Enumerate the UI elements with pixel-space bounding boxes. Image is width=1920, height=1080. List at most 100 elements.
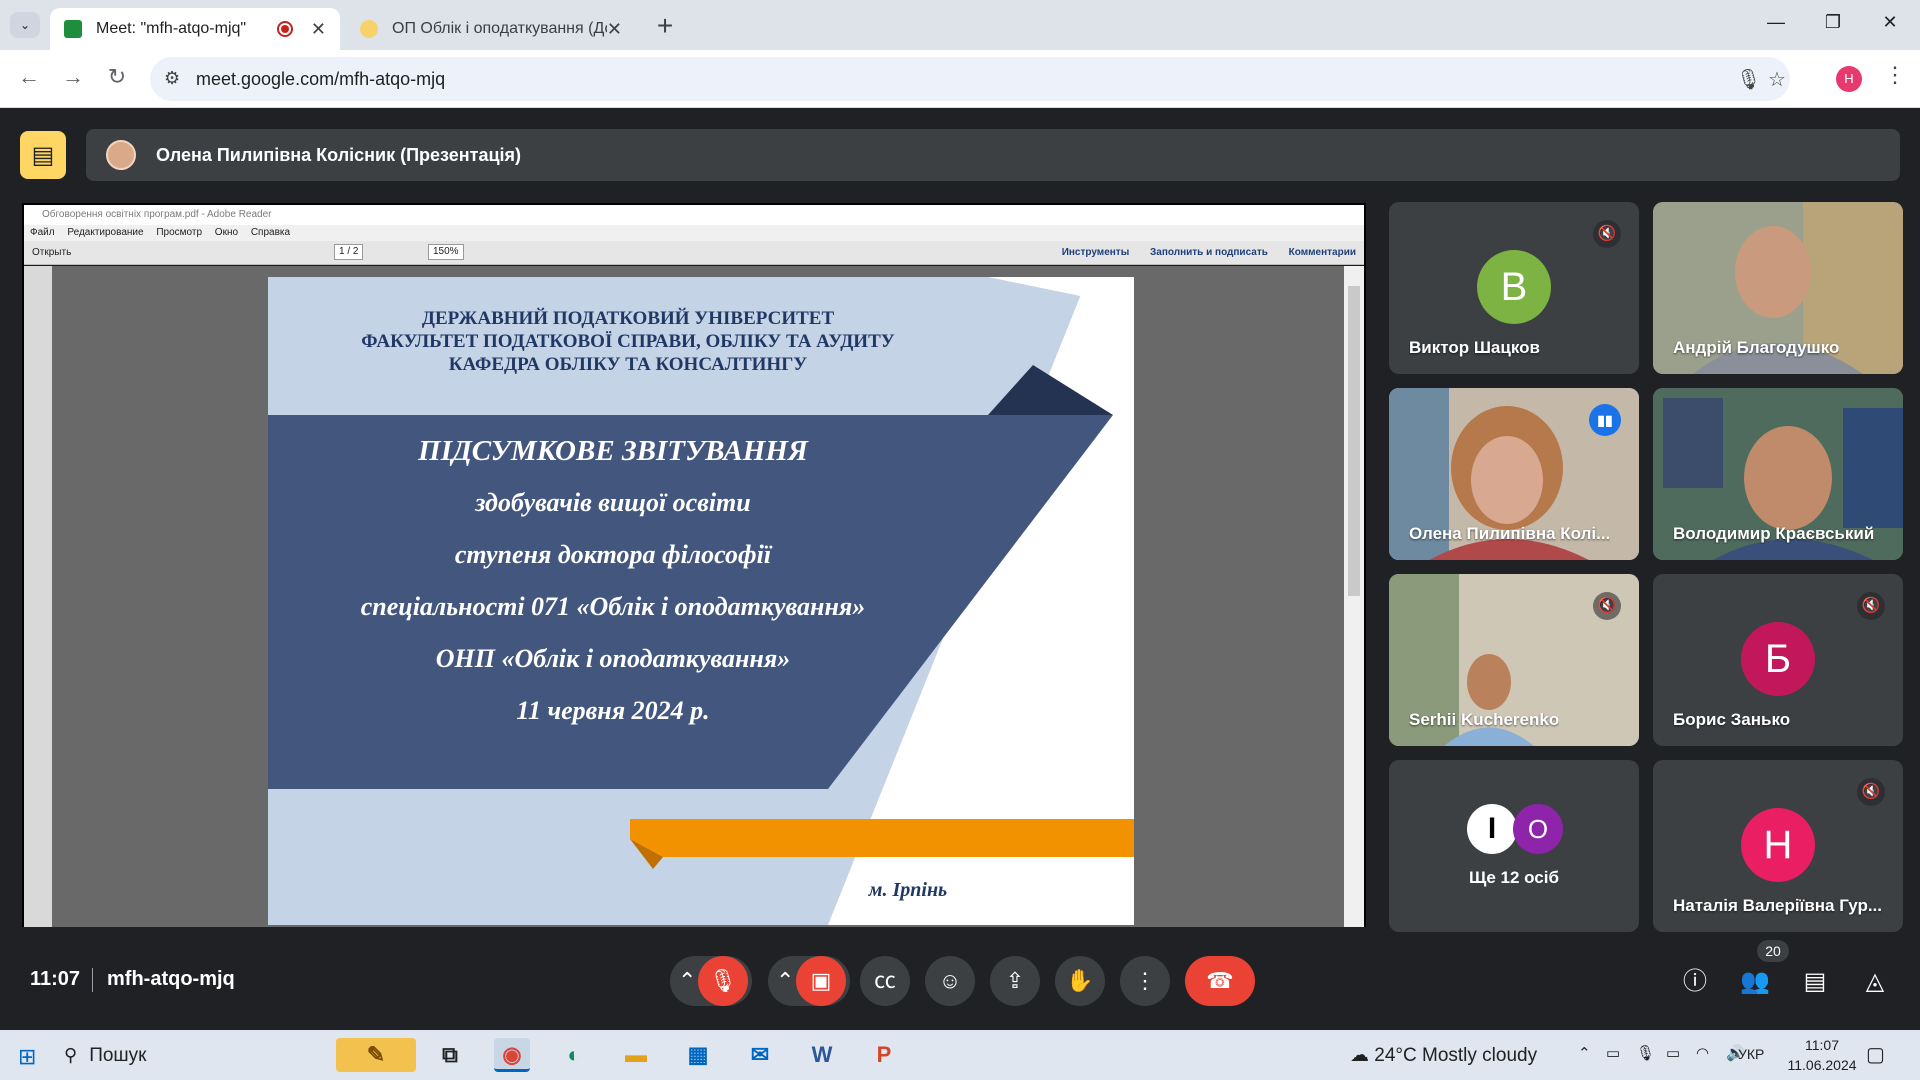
reader-scrollbar bbox=[1344, 266, 1364, 927]
powerpoint-icon[interactable]: P bbox=[866, 1038, 902, 1072]
camera-off-icon: ▣ bbox=[810, 968, 832, 993]
mic-off-icon: 🔇 bbox=[1593, 220, 1621, 248]
activities-icon[interactable]: ◬ bbox=[1855, 962, 1895, 1002]
participant-avatar: I bbox=[1467, 804, 1517, 854]
menu-edit: Редактирование bbox=[67, 227, 144, 238]
participant-tile[interactable]: 🔇 B Виктор Шацков bbox=[1389, 202, 1639, 374]
mail-icon[interactable]: ✉ bbox=[742, 1038, 778, 1072]
tab-meet[interactable]: Meet: "mfh-atqo-mjq" ✕ bbox=[50, 8, 340, 50]
divider bbox=[92, 968, 93, 992]
search-highlight-icon[interactable]: ✎ bbox=[336, 1038, 416, 1072]
raise-hand-button[interactable]: ✋ bbox=[1055, 956, 1105, 1006]
meeting-details-icon[interactable]: ⓘ bbox=[1675, 962, 1715, 1002]
word-icon[interactable]: W bbox=[804, 1038, 840, 1072]
others-label: Ще 12 осіб bbox=[1469, 868, 1559, 887]
tab-strip: ⌄ Meet: "mfh-atqo-mjq" ✕ ОП Облік і опод… bbox=[0, 0, 1920, 50]
people-icon[interactable]: 👥 bbox=[1735, 962, 1775, 1002]
page-indicator: 1 / 2 bbox=[334, 244, 364, 260]
participant-tile[interactable]: 🔇 Serhii Kucherenko bbox=[1389, 574, 1639, 746]
chevron-up-icon[interactable]: ⌃ bbox=[776, 968, 794, 993]
leave-call-button[interactable]: ☎ bbox=[1185, 956, 1255, 1006]
close-window-button[interactable]: ✕ bbox=[1870, 12, 1910, 33]
address-bar[interactable]: ⚙ meet.google.com/mfh-atqo-mjq 🎙 ☆ bbox=[150, 57, 1790, 101]
taskbar-clock[interactable]: 11:07 11.06.2024 bbox=[1772, 1035, 1872, 1075]
mic-off-icon: 🔇 bbox=[1857, 778, 1885, 806]
open-button: Открыть bbox=[32, 247, 72, 258]
slide-title: ПІДСУМКОВЕ ЗВІТУВАННЯ bbox=[418, 435, 808, 467]
participant-name: Борис Занько bbox=[1673, 710, 1791, 729]
store-icon[interactable]: ▦ bbox=[680, 1038, 716, 1072]
weather-widget[interactable]: ☁ 24°C Mostly cloudy bbox=[1350, 1044, 1537, 1067]
task-view-icon[interactable]: ⧉ bbox=[432, 1038, 468, 1072]
profile-avatar[interactable]: H bbox=[1836, 66, 1862, 92]
chrome-icon[interactable]: ◉ bbox=[494, 1038, 530, 1072]
tools-link: Инструменты bbox=[1061, 247, 1130, 258]
meet-favicon-icon bbox=[64, 20, 82, 38]
edge-icon[interactable]: ◐ bbox=[556, 1038, 592, 1072]
emoji-icon: ☺ bbox=[938, 968, 962, 993]
new-tab-button[interactable]: + bbox=[650, 10, 680, 42]
language-indicator[interactable]: УКР bbox=[1738, 1046, 1764, 1062]
more-vert-icon: ⋮ bbox=[1134, 968, 1156, 993]
participant-tile[interactable]: 🔇 Н Наталія Валеріївна Гур... bbox=[1653, 760, 1903, 932]
participant-tile[interactable]: Володимир Краєвський bbox=[1653, 388, 1903, 560]
battery-icon[interactable]: ▭ bbox=[1666, 1044, 1680, 1062]
participant-avatar: B bbox=[1477, 250, 1551, 324]
participant-name: Наталія Валеріївна Гур... bbox=[1673, 896, 1882, 915]
forward-icon[interactable]: → bbox=[58, 64, 88, 90]
others-tile[interactable]: I O Ще 12 осіб bbox=[1389, 760, 1639, 932]
participant-tile[interactable]: ▮▮ Олена Пилипівна Колі... bbox=[1389, 388, 1639, 560]
menu-file: Файл bbox=[30, 227, 55, 238]
chevron-up-icon[interactable]: ⌃ bbox=[678, 968, 696, 993]
presentation-icon[interactable]: ▤ bbox=[20, 131, 66, 179]
camera-tray-icon[interactable]: ▭ bbox=[1606, 1044, 1620, 1062]
tab-program[interactable]: ОП Облік і оподаткування (Докт ✕ bbox=[346, 8, 636, 50]
slide-line: здобувачів вищої освіти bbox=[475, 488, 751, 517]
present-button[interactable]: ⇪ bbox=[990, 956, 1040, 1006]
chrome-menu-icon[interactable]: ⋮ bbox=[1884, 62, 1906, 88]
meeting-time: 11:07 bbox=[30, 968, 81, 990]
reload-icon[interactable]: ↻ bbox=[102, 64, 132, 90]
tab-search-button[interactable]: ⌄ bbox=[10, 12, 40, 38]
participant-tile[interactable]: 🔇 Б Борис Занько bbox=[1653, 574, 1903, 746]
reactions-button[interactable]: ☺ bbox=[925, 956, 975, 1006]
captions-button[interactable]: ㏄ bbox=[860, 956, 910, 1006]
participant-name: Serhii Kucherenko bbox=[1409, 710, 1560, 729]
site-settings-icon[interactable]: ⚙ bbox=[164, 68, 180, 89]
more-options-button[interactable]: ⋮ bbox=[1120, 956, 1170, 1006]
mic-off-icon: 🔇 bbox=[1593, 592, 1621, 620]
restore-button[interactable]: ❐ bbox=[1813, 12, 1853, 33]
hang-up-icon: ☎ bbox=[1206, 968, 1234, 993]
site-favicon-icon bbox=[360, 20, 378, 38]
camera-toggle-button[interactable]: ▣ bbox=[796, 956, 846, 1006]
microphone-tray-icon[interactable]: 🎙 bbox=[1636, 1044, 1655, 1062]
url-text[interactable]: meet.google.com/mfh-atqo-mjq bbox=[196, 69, 445, 90]
close-tab-icon[interactable]: ✕ bbox=[311, 19, 326, 40]
windows-start-icon[interactable]: ⊞ bbox=[18, 1044, 36, 1070]
notifications-icon[interactable]: ▢ bbox=[1866, 1042, 1885, 1067]
search-label: Пошук bbox=[89, 1045, 147, 1066]
chat-icon[interactable]: ▤ bbox=[1795, 962, 1835, 1002]
participant-name: Андрій Благодушко bbox=[1673, 338, 1840, 357]
wifi-icon[interactable]: ◠ bbox=[1696, 1044, 1709, 1062]
menu-window: Окно bbox=[214, 227, 239, 238]
chevron-up-icon[interactable]: ⌃ bbox=[1578, 1044, 1591, 1062]
tab-title: ОП Облік і оподаткування (Докт bbox=[392, 20, 607, 37]
search-icon: ⚲ bbox=[64, 1045, 78, 1065]
weather-text: 24°C Mostly cloudy bbox=[1374, 1045, 1538, 1066]
menu-view: Просмотр bbox=[156, 227, 203, 238]
minimize-button[interactable]: — bbox=[1756, 12, 1796, 33]
mic-off-icon: 🔇 bbox=[1857, 592, 1885, 620]
close-tab-icon[interactable]: ✕ bbox=[607, 19, 622, 40]
slide-header-line: ДЕРЖАВНИЙ ПОДАТКОВИЙ УНІВЕРСИТЕТ bbox=[421, 308, 835, 329]
back-icon[interactable]: ← bbox=[14, 64, 44, 90]
bookmark-star-icon[interactable]: ☆ bbox=[1768, 67, 1786, 92]
microphone-icon[interactable]: 🎙 bbox=[1736, 67, 1761, 92]
participant-avatar: O bbox=[1513, 804, 1563, 854]
participant-tile[interactable]: Андрій Благодушко bbox=[1653, 202, 1903, 374]
captions-icon: ㏄ bbox=[873, 968, 896, 993]
microphone-toggle-button[interactable]: 🎙 bbox=[698, 956, 748, 1006]
slide-date: 11 червня 2024 р. bbox=[516, 696, 710, 725]
slide-header: ДЕРЖАВНИЙ ПОДАТКОВИЙ УНІВЕРСИТЕТ ФАКУЛЬТ… bbox=[268, 307, 988, 376]
file-explorer-icon[interactable]: ▬ bbox=[618, 1038, 654, 1072]
